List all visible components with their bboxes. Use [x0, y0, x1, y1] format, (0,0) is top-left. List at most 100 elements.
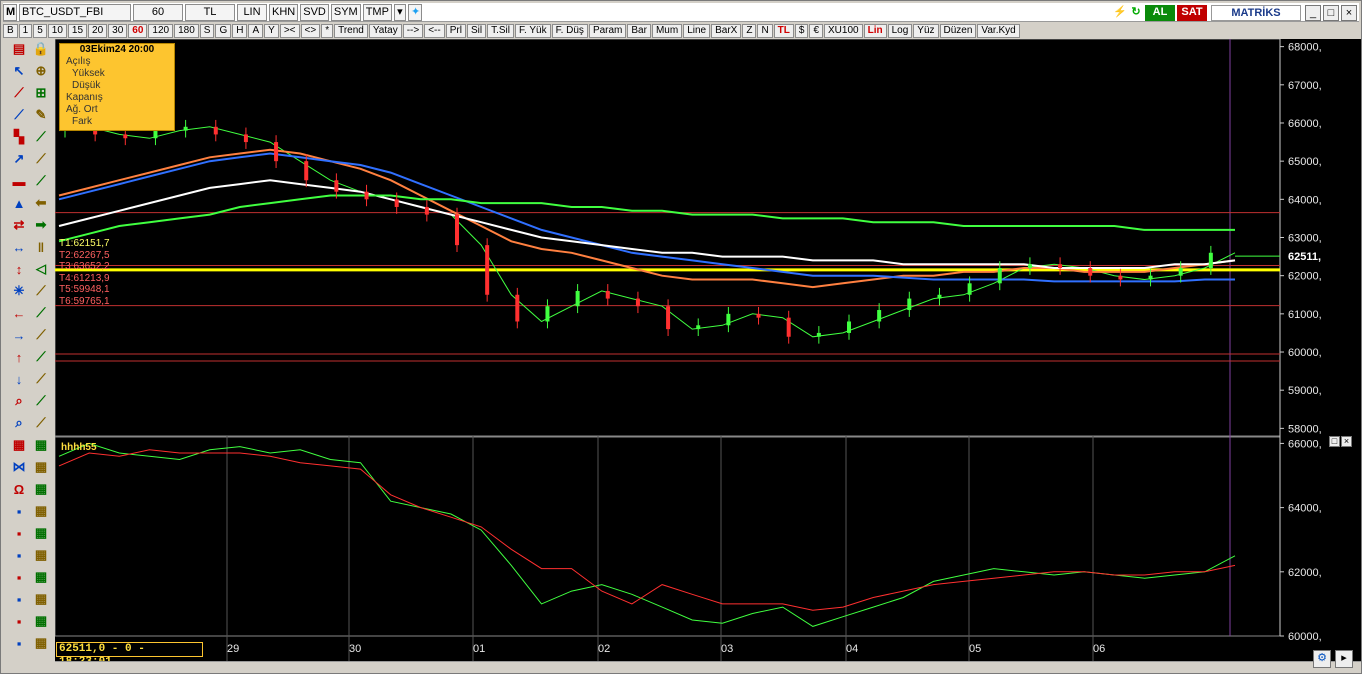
- minimize-button[interactable]: _: [1305, 5, 1321, 21]
- lock-icon[interactable]: 🔒: [31, 39, 51, 59]
- toolbar-button[interactable]: A: [248, 23, 264, 38]
- toolbar-button[interactable]: S: [199, 23, 215, 38]
- toolbar-button[interactable]: Mum: [651, 23, 683, 38]
- pointer-icon[interactable]: ↖: [9, 61, 29, 81]
- arrow-up-icon[interactable]: ↑: [9, 347, 29, 367]
- toolbar-button[interactable]: N: [757, 23, 773, 38]
- dropdown-icon[interactable]: ▾: [393, 3, 406, 21]
- tmp-button[interactable]: TMP: [362, 3, 392, 21]
- toolbar-button[interactable]: T.Sil: [487, 23, 514, 38]
- pitch-icon[interactable]: ⟋: [31, 281, 51, 301]
- left-icon[interactable]: ⬅: [31, 193, 51, 213]
- toolbar-button[interactable]: Z: [742, 23, 757, 38]
- indicator-icon[interactable]: ▦: [31, 567, 51, 587]
- toolbar-button[interactable]: 60: [128, 23, 148, 38]
- zoom-out-icon[interactable]: ⌕: [9, 413, 29, 433]
- scroll-right-icon[interactable]: ▸: [1335, 650, 1353, 668]
- layers-icon[interactable]: ▤: [9, 39, 29, 59]
- alert-icon[interactable]: ▲: [9, 193, 29, 213]
- toolbar-button[interactable]: Line: [683, 23, 711, 38]
- toolbar-button[interactable]: 30: [108, 23, 128, 38]
- bowtie-icon[interactable]: ⋈: [9, 457, 29, 477]
- channel-icon[interactable]: ⟋: [31, 127, 51, 147]
- draw-icon[interactable]: ⟋: [31, 413, 51, 433]
- indicator-icon[interactable]: ▦: [31, 501, 51, 521]
- toolbar-button[interactable]: Trend: [334, 23, 368, 38]
- close-button[interactable]: ×: [1341, 5, 1357, 21]
- tool-icon[interactable]: ▪: [9, 611, 29, 631]
- toolbar-button[interactable]: 15: [67, 23, 88, 38]
- toolbar-button[interactable]: ><: [279, 23, 300, 38]
- tool-icon[interactable]: ▪: [9, 545, 29, 565]
- toolbar-button[interactable]: TL: [773, 23, 794, 38]
- toolbar-button[interactable]: $: [794, 23, 809, 38]
- toolbar-button[interactable]: 10: [47, 23, 67, 38]
- grid-icon[interactable]: ⊞: [31, 83, 51, 103]
- toolbar-button[interactable]: -->: [402, 23, 424, 38]
- toolbar-button[interactable]: 120: [148, 23, 174, 38]
- right-icon[interactable]: ➡: [31, 215, 51, 235]
- arrow-icon[interactable]: ↗: [9, 149, 29, 169]
- line-icon[interactable]: ⟋: [9, 83, 29, 103]
- toolbar-button[interactable]: Lin: [863, 23, 887, 38]
- maximize-button[interactable]: □: [1323, 5, 1339, 21]
- indicator-icon[interactable]: ▦: [31, 589, 51, 609]
- lightning-icon[interactable]: ⚡: [1113, 5, 1127, 21]
- pencil-icon[interactable]: ✎: [31, 105, 51, 125]
- chart-area[interactable]: 68000, 67000, 66000, 65000, 64000, 63000, 6200…: [55, 39, 1361, 661]
- hspan-icon[interactable]: ↔: [9, 237, 29, 257]
- ray-icon[interactable]: ⟋: [31, 149, 51, 169]
- indicator-icon[interactable]: ▦: [31, 611, 51, 631]
- extend-icon[interactable]: ⟋: [31, 171, 51, 191]
- price-chart-svg[interactable]: 68000, 67000, 66000, 65000, 64000, 63000, 6200…: [55, 39, 1361, 661]
- arrow-left-icon[interactable]: ←: [9, 303, 29, 323]
- toolbar-button[interactable]: Y: [264, 23, 279, 38]
- crosshair-icon[interactable]: ⊕: [31, 61, 51, 81]
- toolbar-button[interactable]: 5: [33, 23, 47, 38]
- symbol-field[interactable]: BTC_USDT_FBI: [19, 3, 131, 21]
- draw-icon[interactable]: ⟋: [31, 325, 51, 345]
- vspan-icon[interactable]: ↕: [9, 259, 29, 279]
- panel-restore-button[interactable]: □: [1329, 436, 1340, 447]
- magnet-icon[interactable]: Ω: [9, 479, 29, 499]
- indicator-icon[interactable]: ▦: [31, 457, 51, 477]
- buy-button[interactable]: AL: [1145, 5, 1175, 21]
- panel-close-button[interactable]: ×: [1341, 436, 1352, 447]
- lin-button[interactable]: LIN: [237, 3, 267, 21]
- toolbar-button[interactable]: Var.Kyd: [977, 23, 1020, 38]
- toolbar-button[interactable]: Prl: [445, 23, 466, 38]
- tool-icon[interactable]: ▪: [9, 633, 29, 653]
- draw-icon[interactable]: ⟋: [31, 391, 51, 411]
- toolbar-button[interactable]: <>: [300, 23, 321, 38]
- toolbar-button[interactable]: Sil: [466, 23, 487, 38]
- trend-icon[interactable]: ⟋: [9, 105, 29, 125]
- indicator-icon[interactable]: ▦: [9, 435, 29, 455]
- vline-icon[interactable]: ‖: [31, 237, 51, 257]
- fib-icon[interactable]: ▚: [9, 127, 29, 147]
- tool-icon[interactable]: ▪: [9, 567, 29, 587]
- toolbar-button[interactable]: G: [215, 23, 232, 38]
- toolbar-button[interactable]: Param: [588, 23, 627, 38]
- indicator-icon[interactable]: ▦: [31, 479, 51, 499]
- toolbar-button[interactable]: XU100: [824, 23, 863, 38]
- toolbar-button[interactable]: F. Yük: [514, 23, 551, 38]
- toolbar-button[interactable]: Yatay: [368, 23, 402, 38]
- draw-icon[interactable]: ⟋: [31, 303, 51, 323]
- settings-icon[interactable]: ⚙: [1313, 650, 1331, 668]
- indicator-icon[interactable]: ▦: [31, 545, 51, 565]
- indicator-icon[interactable]: ▦: [31, 523, 51, 543]
- toolbar-button[interactable]: B: [3, 23, 18, 38]
- period-field[interactable]: 60: [133, 3, 183, 21]
- toolbar-button[interactable]: 180: [174, 23, 199, 38]
- toolbar-button[interactable]: Düzen: [939, 23, 977, 38]
- sell-button[interactable]: SAT: [1177, 5, 1207, 21]
- swap-icon[interactable]: ⇄: [9, 215, 29, 235]
- toolbar-button[interactable]: Yüz: [913, 23, 939, 38]
- toolbar-button[interactable]: 20: [88, 23, 108, 38]
- toolbar-button[interactable]: F. Düş: [551, 23, 588, 38]
- indicator-icon[interactable]: ▦: [31, 435, 51, 455]
- toolbar-button[interactable]: *: [321, 23, 334, 38]
- bar-icon[interactable]: ▬: [9, 171, 29, 191]
- toolbar-button[interactable]: <--: [424, 23, 445, 38]
- toolbar-button[interactable]: BarX: [711, 23, 742, 38]
